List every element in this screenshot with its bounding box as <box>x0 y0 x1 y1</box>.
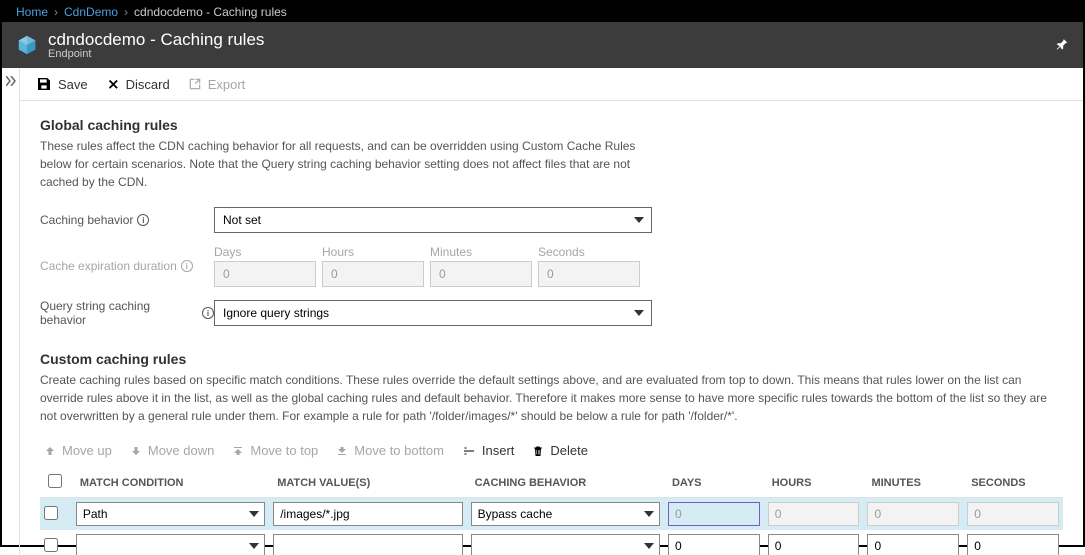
info-icon[interactable]: i <box>202 307 214 319</box>
row-hours-input <box>768 502 860 526</box>
moveup-button[interactable]: Move up <box>44 443 112 458</box>
global-section-desc: These rules affect the CDN caching behav… <box>40 137 660 191</box>
blade-header: cdndocdemo - Caching rules Endpoint <box>2 22 1083 68</box>
discard-label: Discard <box>126 77 170 92</box>
match-value-input[interactable] <box>273 502 462 526</box>
rules-toolbar: Move up Move down Move to top Move to bo… <box>40 443 1063 458</box>
query-caching-label: Query string caching behavior i <box>40 299 214 327</box>
minutes-input <box>430 261 532 287</box>
breadcrumb-separator: › <box>54 5 58 19</box>
info-icon[interactable]: i <box>181 260 193 272</box>
col-hours: HOURS <box>764 468 864 498</box>
row-checkbox[interactable] <box>44 538 58 552</box>
table-row: Path Bypass cache <box>40 498 1063 531</box>
breadcrumb-home[interactable]: Home <box>16 5 48 19</box>
row-seconds-input <box>967 502 1059 526</box>
endpoint-icon <box>16 34 38 56</box>
sidebar-toggle[interactable] <box>2 68 20 555</box>
row-days-input <box>668 502 760 526</box>
insert-button[interactable]: Insert <box>462 443 515 458</box>
row-days-input[interactable] <box>668 534 760 555</box>
export-label: Export <box>208 77 246 92</box>
movedown-button[interactable]: Move down <box>130 443 214 458</box>
save-button[interactable]: Save <box>36 76 88 92</box>
breadcrumb-cdndemo[interactable]: CdnDemo <box>64 5 118 19</box>
seconds-input <box>538 261 640 287</box>
discard-button[interactable]: Discard <box>106 77 170 92</box>
export-button[interactable]: Export <box>188 77 246 92</box>
hours-input <box>322 261 424 287</box>
col-caching-behavior: CACHING BEHAVIOR <box>467 468 664 498</box>
caching-behavior-select[interactable]: Bypass cache <box>471 502 660 526</box>
col-match-values: MATCH VALUE(S) <box>269 468 466 498</box>
movetop-button[interactable]: Move to top <box>232 443 318 458</box>
select-all-checkbox[interactable] <box>48 474 62 488</box>
row-minutes-input[interactable] <box>867 534 959 555</box>
days-input <box>214 261 316 287</box>
info-icon[interactable]: i <box>137 214 149 226</box>
breadcrumb-separator: › <box>124 5 128 19</box>
custom-section-desc: Create caching rules based on specific m… <box>40 371 1063 425</box>
row-checkbox[interactable] <box>44 506 58 520</box>
col-seconds: SECONDS <box>963 468 1063 498</box>
command-bar: Save Discard Export <box>20 68 1083 101</box>
col-match-condition: MATCH CONDITION <box>72 468 269 498</box>
col-days: DAYS <box>664 468 764 498</box>
minutes-label: Minutes <box>430 245 532 259</box>
custom-section-title: Custom caching rules <box>40 351 1063 367</box>
cache-duration-label: Cache expiration duration i <box>40 259 214 273</box>
global-section-title: Global caching rules <box>40 117 1063 133</box>
match-value-input[interactable] <box>273 534 462 555</box>
breadcrumb: Home › CdnDemo › cdndocdemo - Caching ru… <box>2 2 1083 22</box>
match-condition-select[interactable]: Path <box>76 502 265 526</box>
page-title: cdndocdemo - Caching rules <box>48 30 264 50</box>
row-hours-input[interactable] <box>768 534 860 555</box>
caching-behavior-label: Caching behavior i <box>40 213 214 227</box>
breadcrumb-current: cdndocdemo - Caching rules <box>134 5 287 19</box>
match-condition-select[interactable] <box>76 534 265 555</box>
save-label: Save <box>58 77 88 92</box>
rules-table: MATCH CONDITION MATCH VALUE(S) CACHING B… <box>40 468 1063 555</box>
row-seconds-input[interactable] <box>967 534 1059 555</box>
hours-label: Hours <box>322 245 424 259</box>
days-label: Days <box>214 245 316 259</box>
seconds-label: Seconds <box>538 245 640 259</box>
row-minutes-input <box>867 502 959 526</box>
caching-behavior-select[interactable]: Not set <box>214 207 652 233</box>
query-caching-select[interactable]: Ignore query strings <box>214 300 652 326</box>
col-minutes: MINUTES <box>863 468 963 498</box>
movebottom-button[interactable]: Move to bottom <box>336 443 444 458</box>
pin-icon[interactable] <box>1055 38 1069 52</box>
caching-behavior-select[interactable] <box>471 534 660 555</box>
table-row <box>40 530 1063 555</box>
delete-button[interactable]: Delete <box>532 443 588 458</box>
